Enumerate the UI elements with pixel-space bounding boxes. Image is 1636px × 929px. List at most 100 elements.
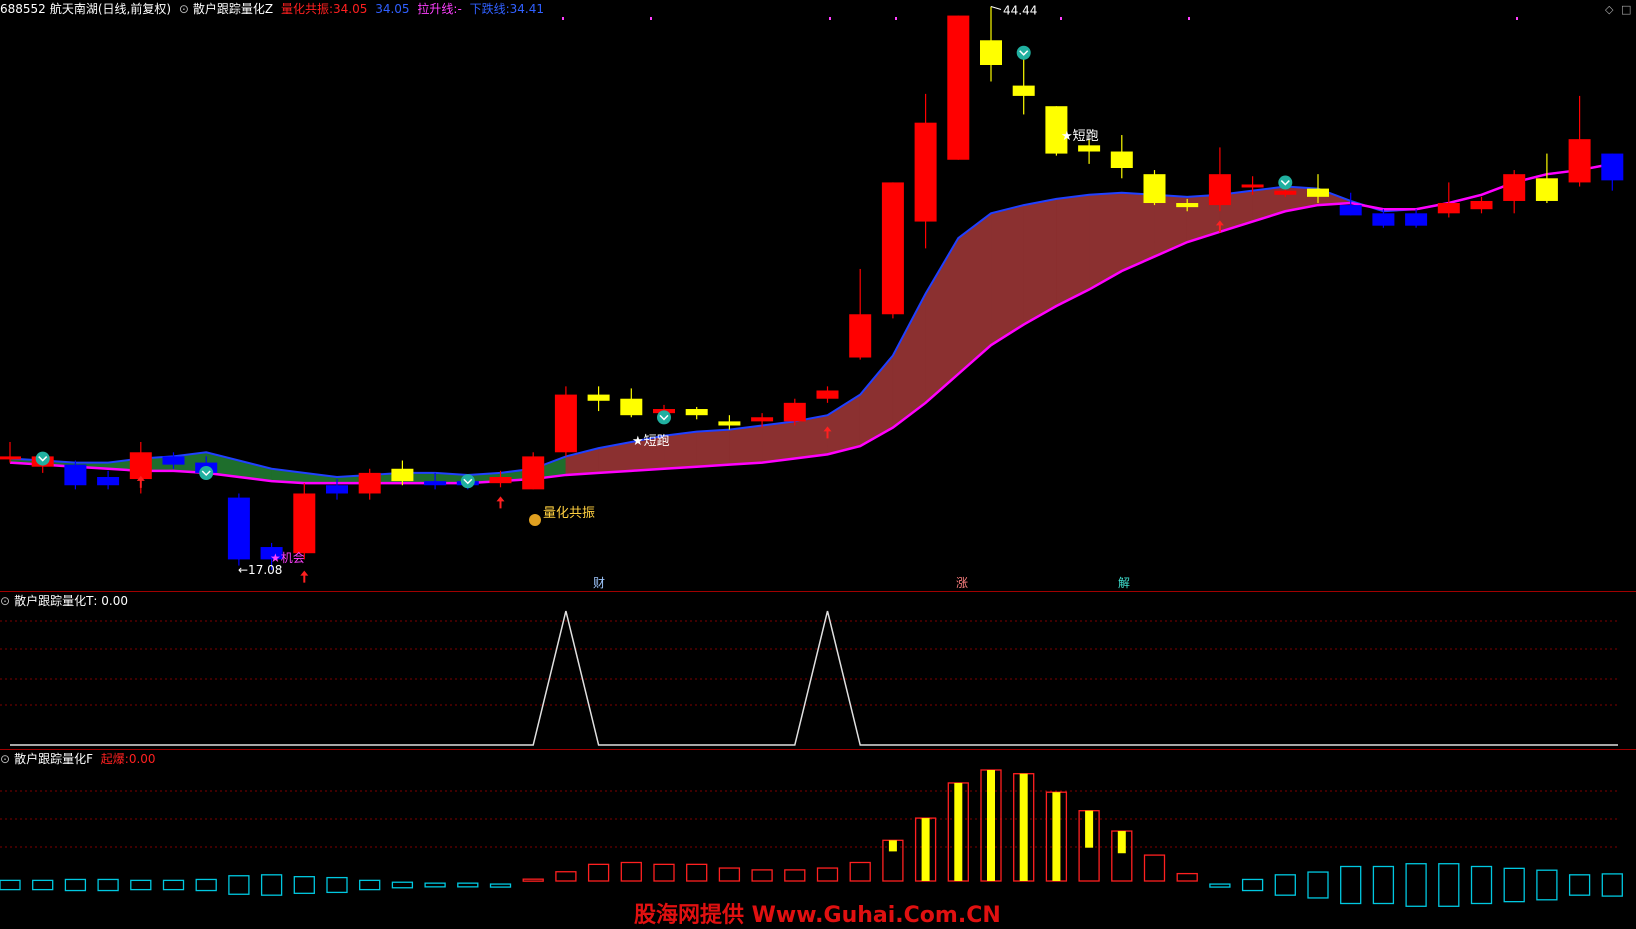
t-indicator-chart	[0, 610, 1620, 746]
f-bar	[457, 882, 479, 888]
f-bar	[359, 879, 381, 891]
candle-body	[489, 477, 512, 484]
low-price-label: ←17.08	[238, 563, 282, 577]
high-marker-line	[990, 6, 1002, 10]
f-bar	[130, 879, 152, 891]
candle-body	[1012, 85, 1035, 96]
candle-body	[1405, 213, 1428, 226]
buy-arrow-icon	[300, 570, 309, 583]
candle-body	[97, 477, 120, 486]
candle-body	[522, 456, 545, 490]
high-price-label: 44.44	[1003, 3, 1037, 17]
f-bar	[391, 881, 414, 889]
top-tick-mark	[1516, 17, 1518, 20]
candle-body	[620, 398, 643, 416]
f-bar	[849, 861, 871, 882]
f-bar	[1536, 869, 1558, 901]
f-bar	[489, 883, 512, 888]
f-bar	[1372, 865, 1395, 905]
candle-body	[64, 464, 87, 486]
f-bar	[64, 878, 87, 892]
top-tick-mark	[1188, 17, 1190, 20]
candle-body	[783, 402, 806, 422]
stock-chart-window: 688552 航天南湖(日线,前复权) ⊙ 散户跟踪量化Z 量化共振:34.05 3…	[0, 0, 1636, 928]
top-tick-mark	[562, 17, 564, 20]
f-bar	[1307, 871, 1329, 899]
sell-signal-icon	[460, 474, 475, 489]
band-segment	[729, 425, 763, 465]
band-segment	[859, 354, 894, 447]
marker-cai: 财	[593, 576, 605, 590]
f-bar-fill	[1085, 810, 1094, 848]
candle-body	[1110, 151, 1133, 168]
sell-signal-icon	[199, 466, 214, 480]
candle-body	[424, 481, 447, 486]
candle-body	[326, 485, 348, 494]
f-bar	[1241, 878, 1264, 892]
candle-body	[1143, 174, 1166, 204]
f-bar	[424, 882, 446, 888]
resonance-signal-label: 量化共振	[543, 506, 595, 521]
f-bar	[1503, 867, 1525, 903]
top-tick-mark	[895, 17, 897, 20]
f-bar	[522, 878, 544, 882]
f-bar	[751, 869, 773, 882]
candle-body	[751, 417, 774, 422]
f-bar	[1568, 874, 1591, 896]
candle-body	[1568, 139, 1591, 183]
sell-signal-icon	[35, 451, 50, 466]
candle-body	[0, 456, 21, 460]
candle-body	[358, 472, 381, 494]
candle-body	[816, 390, 839, 399]
f-bar	[1438, 863, 1460, 907]
f-bar	[816, 867, 839, 882]
candle-body	[162, 456, 185, 465]
f-bar	[293, 876, 315, 894]
candle-body	[1601, 153, 1624, 181]
candlestick-chart: 44.44 ←17.08 ★短跑 ★短跑 ★机会 量化共振财 涨 解	[0, 3, 1624, 590]
candle-body	[685, 409, 708, 416]
candle-body	[1176, 203, 1199, 208]
watermark: 股海网提供 Www.Guhai.Com.CN	[634, 903, 1001, 928]
f-bar	[653, 863, 675, 882]
candle-body	[1503, 174, 1526, 201]
t-series-line	[10, 610, 1618, 746]
f-bar	[686, 863, 708, 882]
candle-body	[1339, 205, 1362, 216]
f-bar	[1176, 872, 1198, 882]
short-run-label: ★短跑	[632, 434, 670, 449]
sell-signal-icon	[657, 410, 671, 425]
f-bar	[1340, 865, 1362, 905]
f-bar	[555, 871, 577, 882]
candle-body	[1307, 188, 1329, 197]
f-bar	[260, 874, 283, 896]
f-bar	[195, 878, 217, 892]
f-bar	[97, 878, 119, 892]
top-tick-mark	[1060, 17, 1062, 20]
f-bar	[718, 867, 741, 882]
f-bar	[784, 869, 806, 882]
buy-arrow-icon	[496, 496, 505, 509]
f-bar	[0, 879, 21, 891]
f-bar	[1209, 883, 1231, 888]
f-bar	[1405, 863, 1427, 907]
f-bar	[587, 863, 610, 882]
band-segment	[794, 414, 828, 459]
candle-body	[227, 497, 250, 560]
f-bar	[32, 879, 54, 891]
candle-body	[1241, 184, 1264, 188]
f-bar	[620, 861, 642, 882]
candle-body	[1274, 190, 1297, 195]
f-bar	[1470, 865, 1493, 905]
f-bar-fill	[921, 818, 930, 881]
candle-body	[554, 394, 577, 453]
f-bar	[228, 875, 250, 895]
f-bar-fill	[954, 782, 963, 881]
candle-body	[947, 15, 970, 160]
candle-body	[980, 40, 1002, 65]
candle-body	[881, 182, 904, 315]
f-bar	[162, 879, 185, 891]
f-bar	[1274, 874, 1296, 896]
candle-body	[391, 468, 414, 482]
candle-body	[1470, 200, 1493, 210]
